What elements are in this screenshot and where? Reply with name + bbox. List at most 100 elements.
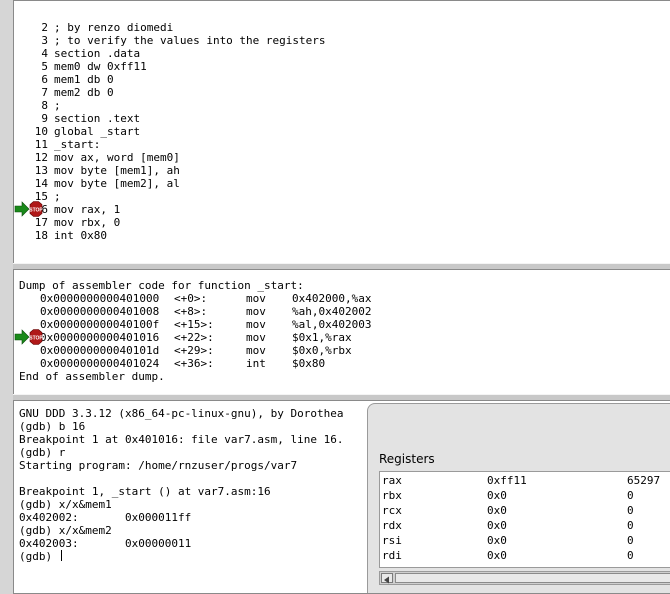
execution-arrow-icon: [14, 201, 30, 217]
source-window[interactable]: 2 ; by renzo diomedi 3 ; to verify the valu…: [13, 0, 670, 264]
machine-code-window[interactable]: Dump of assembler code for function _sta…: [13, 269, 670, 395]
line-number: 12: [34, 151, 48, 164]
source-code-text: ;: [54, 99, 61, 112]
execution-arrow-stop-icon: STOP: [14, 201, 43, 217]
source-code-text: ;: [54, 190, 61, 203]
registers-table[interactable]: rax 0xff11 65297 rbx 0x0 0 rcx 0x0 0 rdx 0x0 0 rsi 0x…: [379, 471, 670, 568]
scroll-thumb[interactable]: [395, 573, 670, 583]
console-output-line: 0x402002: 0x000011ff: [19, 511, 192, 524]
register-name: rcx: [382, 504, 402, 517]
asm-row[interactable]: 0x0000000000401024 <+36>: int $0x80: [14, 357, 654, 370]
register-name: rdi: [382, 549, 402, 562]
console-output-line: Breakpoint 1 at 0x401016: file var7.asm,…: [19, 433, 344, 446]
register-decimal-value: 0: [627, 489, 634, 502]
line-number: 11: [34, 138, 48, 151]
line-number: 9: [41, 112, 48, 125]
source-code-text: mem0 dw 0xff11: [54, 60, 147, 73]
register-row[interactable]: rsi 0x0 0: [380, 533, 670, 548]
source-line[interactable]: 17 mov rbx, 0: [14, 216, 614, 229]
console-output-line: GNU DDD 3.3.12 (x86_64-pc-linux-gnu), by…: [19, 407, 344, 420]
asm-row[interactable]: 0x0000000000401000 <+0>: mov 0x402000,%ax: [14, 292, 654, 305]
register-row[interactable]: rdi 0x0 0: [380, 548, 670, 563]
register-hex-value: 0x0: [487, 489, 507, 502]
asm-address: 0x0000000000401024: [40, 357, 160, 370]
asm-row[interactable]: 0x000000000040100f <+15>: mov %al,0x402003: [14, 318, 654, 331]
line-number: 14: [34, 177, 48, 190]
register-name: rdx: [382, 519, 402, 532]
line-number: 18: [34, 229, 48, 242]
source-line[interactable]: 12 mov ax, word [mem0]: [14, 151, 614, 164]
source-line[interactable]: 7 mem2 db 0: [14, 86, 614, 99]
source-line[interactable]: 13 mov byte [mem1], ah: [14, 164, 614, 177]
line-number: 7: [41, 86, 48, 99]
source-code-text: mov rbx, 0: [54, 216, 121, 229]
register-hex-value: 0x0: [487, 534, 507, 547]
asm-offset: <+29>:: [174, 344, 214, 357]
asm-row[interactable]: 0x0000000000401016 <+22>: mov $0x1,%rax: [14, 331, 654, 344]
asm-mnemonic: mov: [246, 331, 266, 344]
asm-address: 0x0000000000401016: [40, 331, 160, 344]
source-breakpoint-marker[interactable]: STOP: [14, 201, 50, 217]
source-code-text: ; by renzo diomedi: [54, 21, 174, 34]
asm-row[interactable]: 0x0000000000401008 <+8>: mov %ah,0x402002: [14, 305, 654, 318]
source-line[interactable]: 3 ; to verify the values into the registe…: [14, 34, 614, 47]
source-line[interactable]: 4 section .data: [14, 47, 614, 60]
source-code-text: mov byte [mem1], ah: [54, 164, 180, 177]
source-code-text: mov ax, word [mem0]: [54, 151, 180, 164]
stop-sign-text: STOP: [29, 208, 43, 214]
source-line[interactable]: 15;: [14, 190, 614, 203]
console-output-line: Breakpoint 1, _start () at var7.asm:16: [19, 485, 271, 498]
register-row[interactable]: rdx 0x0 0: [380, 518, 670, 533]
asm-mnemonic: mov: [246, 292, 266, 305]
left-triangle-icon: [384, 576, 389, 584]
console-output-line: (gdb) x/x&mem2: [19, 524, 112, 537]
registers-horizontal-scrollbar[interactable]: [379, 571, 670, 585]
line-number: 2: [41, 21, 48, 34]
source-code-text: section .data: [54, 47, 141, 60]
asm-breakpoint-marker[interactable]: STOP: [14, 329, 50, 345]
register-decimal-value: 0: [627, 534, 634, 547]
console-prompt-line[interactable]: (gdb): [19, 550, 62, 563]
asm-row[interactable]: 0x000000000040101d <+29>: mov $0x0,%rbx: [14, 344, 654, 357]
source-code-text: mem2 db 0: [54, 86, 114, 99]
text-cursor: [60, 550, 62, 561]
source-line[interactable]: 18 int 0x80: [14, 229, 614, 242]
source-code-text: global _start: [54, 125, 141, 138]
source-line[interactable]: 14 mov byte [mem2], al: [14, 177, 614, 190]
line-number: 3: [41, 34, 48, 47]
asm-mnemonic: mov: [246, 305, 266, 318]
asm-offset: <+0>:: [174, 292, 208, 305]
register-decimal-value: 65297: [627, 474, 661, 487]
register-row[interactable]: rbx 0x0 0: [380, 488, 670, 503]
asm-operands: $0x0,%rbx: [292, 344, 352, 357]
source-line[interactable]: 10 global _start: [14, 125, 614, 138]
source-line[interactable]: 16mov rax, 1: [14, 203, 614, 216]
registers-window[interactable]: Registers rax 0xff11 65297 rbx 0x0 0 rcx 0x0 0rd…: [367, 403, 670, 593]
asm-offset: <+15>:: [174, 318, 214, 331]
source-line[interactable]: 2 ; by renzo diomedi: [14, 21, 614, 34]
register-decimal-value: 0: [627, 519, 634, 532]
asm-mnemonic: mov: [246, 344, 266, 357]
register-name: rbx: [382, 489, 402, 502]
execution-arrow-stop-icon: STOP: [14, 329, 43, 345]
source-line[interactable]: 8;: [14, 99, 614, 112]
source-line[interactable]: 9 section .text: [14, 112, 614, 125]
source-code-text: _start:: [54, 138, 101, 151]
register-decimal-value: 0: [627, 549, 634, 562]
source-line[interactable]: 6 mem1 db 0: [14, 73, 614, 86]
asm-offset: <+36>:: [174, 357, 214, 370]
asm-operands: %al,0x402003: [292, 318, 372, 331]
source-line[interactable]: 11 _start:: [14, 138, 614, 151]
source-code-text: int 0x80: [54, 229, 107, 242]
scroll-left-button[interactable]: [381, 573, 393, 584]
source-line[interactable]: 5 mem0 dw 0xff11: [14, 60, 614, 73]
register-row[interactable]: rax 0xff11 65297: [380, 473, 670, 488]
register-hex-value: 0xff11: [487, 474, 527, 487]
console-output-line: (gdb) b 16: [19, 420, 86, 433]
asm-mnemonic: int: [246, 357, 266, 370]
register-row[interactable]: rcx 0x0 0: [380, 503, 670, 518]
asm-address: 0x000000000040100f: [40, 318, 160, 331]
asm-offset: <+22>:: [174, 331, 214, 344]
registers-title: Registers: [379, 452, 435, 466]
register-decimal-value: 0: [627, 504, 634, 517]
